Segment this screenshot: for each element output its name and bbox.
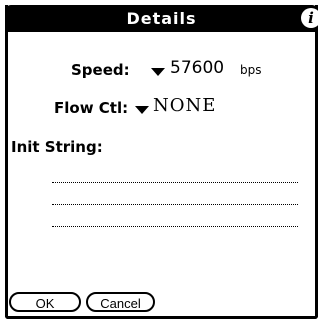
ok-button[interactable]: OK [9, 292, 81, 312]
details-dialog: Details i Speed: 57600 bps Flow Ctl: NON… [5, 5, 321, 319]
dialog-title: Details [126, 9, 197, 28]
flow-control-value[interactable]: NONE [153, 95, 216, 116]
init-string-field[interactable] [48, 165, 303, 235]
info-icon[interactable]: i [301, 8, 321, 28]
speed-dropdown-icon[interactable] [151, 68, 165, 76]
flow-control-dropdown-icon[interactable] [135, 106, 149, 114]
init-string-line-2 [52, 204, 298, 205]
speed-value[interactable]: 57600 [170, 58, 224, 78]
speed-label: Speed: [71, 61, 130, 79]
cancel-button[interactable]: Cancel [86, 292, 155, 312]
init-string-line-3 [52, 226, 298, 227]
speed-unit: bps [240, 63, 262, 77]
init-string-label: Init String: [11, 138, 103, 156]
dialog-titlebar: Details i [5, 5, 321, 32]
init-string-line-1 [52, 182, 298, 183]
flow-control-label: Flow Ctl: [54, 99, 129, 117]
